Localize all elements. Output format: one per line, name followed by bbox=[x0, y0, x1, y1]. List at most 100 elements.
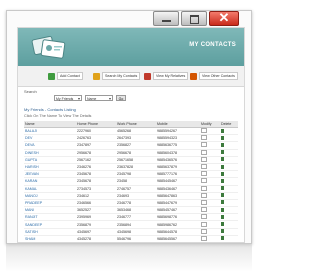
header-banner: MY CONTACTS bbox=[18, 28, 244, 66]
table-cell: 3653468 bbox=[116, 206, 156, 215]
delete-icon[interactable] bbox=[221, 150, 224, 155]
search-filter: My Friends Name Go bbox=[54, 95, 126, 101]
contact-name-link[interactable]: SHAM bbox=[24, 235, 76, 242]
search-contacts-icon bbox=[93, 72, 100, 80]
contact-name-link[interactable]: GUPTA bbox=[24, 156, 76, 164]
contact-name-link[interactable]: BALAJI bbox=[24, 127, 76, 136]
modify-icon[interactable] bbox=[201, 199, 207, 205]
modify-icon[interactable] bbox=[201, 142, 207, 148]
table-cell: 9885594267 bbox=[156, 127, 200, 136]
maximize-button[interactable] bbox=[181, 11, 207, 26]
modify-icon[interactable] bbox=[201, 221, 207, 227]
contact-name-link[interactable]: DEVA bbox=[24, 141, 76, 150]
modify-cell bbox=[200, 170, 220, 179]
table-body: BALAJI 2227960 4565268 9885594267 DEV 2426763… bbox=[24, 127, 238, 242]
table-cell: 234693 bbox=[116, 192, 156, 200]
view-other-contacts-button[interactable]: View Other Contacts bbox=[190, 71, 238, 81]
table-cell: 2647393 bbox=[116, 134, 156, 143]
modify-cell bbox=[200, 228, 220, 236]
list-hint: Click On The Name To View The Details bbox=[24, 114, 92, 118]
contact-name-link[interactable]: PRADEEP bbox=[24, 199, 76, 208]
delete-icon[interactable] bbox=[221, 236, 224, 241]
table-cell: 9885604378 bbox=[156, 149, 200, 157]
delete-icon[interactable] bbox=[221, 171, 224, 176]
table-row: BALAJI 2227960 4565268 9885594267 bbox=[24, 127, 238, 136]
modify-icon[interactable] bbox=[201, 171, 207, 177]
delete-icon[interactable] bbox=[221, 200, 224, 205]
table-cell: 9885436576 bbox=[156, 156, 200, 164]
contact-name-link[interactable]: DINESH bbox=[24, 149, 76, 157]
delete-icon[interactable] bbox=[221, 178, 224, 183]
modify-icon[interactable] bbox=[201, 178, 207, 184]
delete-icon[interactable] bbox=[221, 186, 224, 191]
delete-icon[interactable] bbox=[221, 128, 224, 133]
delete-cell bbox=[220, 235, 238, 242]
add-contact-button[interactable]: Add Contact bbox=[48, 71, 83, 81]
go-button[interactable]: Go bbox=[116, 95, 126, 101]
table-row: SHAM 4345278 5546796 9885645567 bbox=[24, 235, 238, 242]
modify-icon[interactable] bbox=[201, 128, 207, 134]
add-contact-icon bbox=[48, 72, 55, 80]
contact-name-link[interactable]: MANI bbox=[24, 206, 76, 215]
close-button[interactable]: ✕ bbox=[209, 10, 239, 26]
contact-name-link[interactable]: JEEVAN bbox=[24, 170, 76, 179]
modify-icon[interactable] bbox=[201, 192, 207, 198]
table-row: KAMAL 2734573 2746757 9885436467 bbox=[24, 185, 238, 193]
table-row: MANOJ 234612 234693 9885647863 bbox=[24, 192, 238, 200]
table-cell: 2345798 bbox=[116, 170, 156, 179]
table-cell: 9885457467 bbox=[156, 206, 200, 215]
table-row: DEVA 2347897 2356827 9885636775 bbox=[24, 141, 238, 150]
modify-cell bbox=[200, 156, 220, 164]
delete-icon[interactable] bbox=[221, 229, 224, 234]
table-cell: 2346276 bbox=[76, 163, 116, 172]
table-row: SATISH 4345697 4345698 9885644578 bbox=[24, 228, 238, 236]
contact-name-link[interactable]: MANOJ bbox=[24, 192, 76, 200]
delete-icon[interactable] bbox=[221, 207, 224, 212]
modify-cell bbox=[200, 206, 220, 215]
search-contacts-button[interactable]: Search My Contacts bbox=[93, 71, 141, 81]
category-select[interactable]: My Friends bbox=[54, 95, 82, 101]
modify-icon[interactable] bbox=[201, 228, 207, 234]
contact-name-link[interactable]: SATISH bbox=[24, 228, 76, 236]
field-select[interactable]: Name bbox=[85, 95, 113, 101]
delete-icon[interactable] bbox=[221, 142, 224, 147]
modify-icon[interactable] bbox=[201, 207, 207, 213]
contact-name-link[interactable]: RANJIT bbox=[24, 213, 76, 222]
minimize-button[interactable] bbox=[153, 11, 179, 26]
table-cell: 2356879 bbox=[76, 220, 116, 229]
table-row: MANI 3652527 3653468 9885457467 bbox=[24, 206, 238, 215]
delete-cell bbox=[220, 156, 238, 164]
delete-icon[interactable] bbox=[221, 157, 224, 162]
delete-icon[interactable] bbox=[221, 164, 224, 169]
view-relatives-button[interactable]: View My Relatives bbox=[144, 71, 189, 81]
modify-cell bbox=[200, 134, 220, 143]
delete-icon[interactable] bbox=[221, 135, 224, 140]
table-cell: 5546796 bbox=[116, 235, 156, 242]
delete-icon[interactable] bbox=[221, 214, 224, 219]
window-controls: ✕ bbox=[153, 10, 239, 26]
modify-icon[interactable] bbox=[201, 156, 207, 162]
modify-icon[interactable] bbox=[201, 164, 207, 170]
contact-name-link[interactable]: KAMAL bbox=[24, 185, 76, 193]
modify-cell bbox=[200, 141, 220, 150]
table-cell: 9885445467 bbox=[156, 177, 200, 186]
table-cell: 4345697 bbox=[76, 228, 116, 236]
modify-icon[interactable] bbox=[201, 185, 207, 191]
delete-icon[interactable] bbox=[221, 222, 224, 227]
contacts-logo-icon bbox=[31, 35, 66, 59]
close-icon: ✕ bbox=[218, 10, 230, 25]
table-cell: 9885698776 bbox=[156, 213, 200, 222]
delete-cell bbox=[220, 199, 238, 208]
modify-icon[interactable] bbox=[201, 235, 207, 241]
modify-icon[interactable] bbox=[201, 214, 207, 220]
contact-name-link[interactable]: HARISH bbox=[24, 163, 76, 172]
contacts-page: MY CONTACTS Add Contact Search My Contac… bbox=[17, 27, 245, 243]
contact-name-link[interactable]: KARAN bbox=[24, 177, 76, 186]
contact-name-link[interactable]: SANDEEP bbox=[24, 220, 76, 229]
delete-icon[interactable] bbox=[221, 193, 224, 198]
modify-icon[interactable] bbox=[201, 149, 207, 155]
contact-name-link[interactable]: DEV bbox=[24, 134, 76, 143]
table-cell: 2346566 bbox=[76, 199, 116, 208]
table-cell: 2567162 bbox=[76, 156, 116, 164]
modify-icon[interactable] bbox=[201, 135, 207, 141]
